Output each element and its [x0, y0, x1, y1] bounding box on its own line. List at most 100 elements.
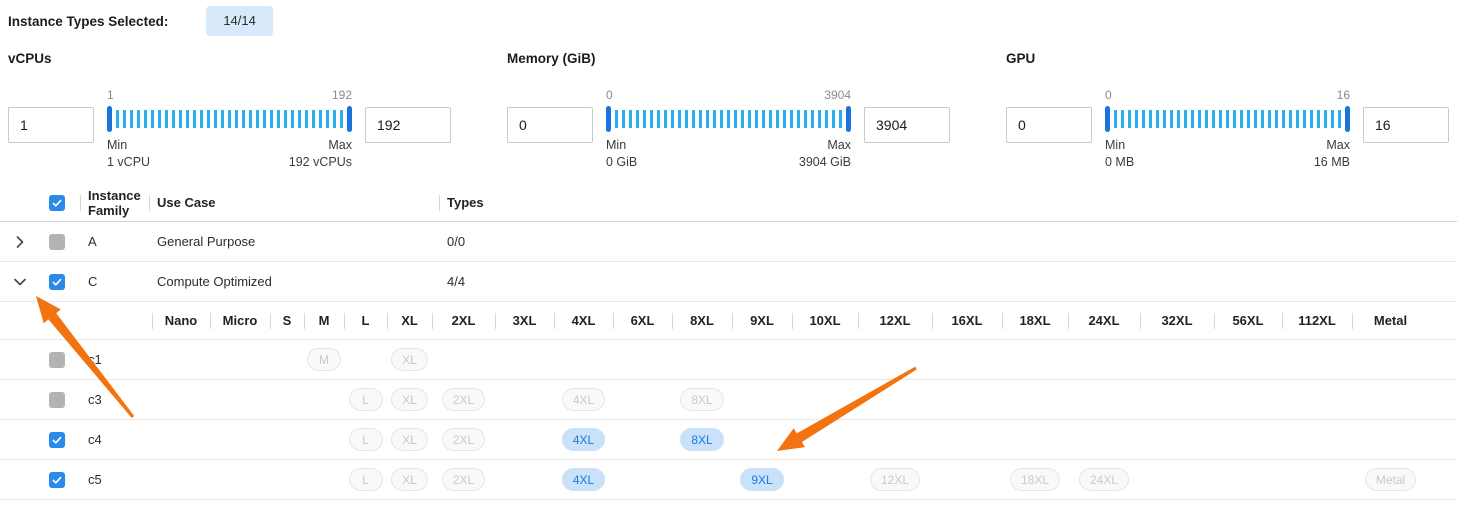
- size-column-header-18XL: 18XL: [1002, 302, 1068, 339]
- vcpus-max-input[interactable]: [365, 107, 451, 143]
- select-all-checkbox[interactable]: [49, 195, 65, 211]
- memory-slider-track[interactable]: [606, 107, 851, 131]
- size-badge-c3-8XL[interactable]: 8XL: [680, 388, 723, 411]
- instance-checkbox-c4[interactable]: [49, 432, 65, 448]
- size-cell-32XL: [1140, 420, 1214, 459]
- size-cell-16XL: [932, 340, 1002, 379]
- size-cell-3XL: [495, 460, 554, 499]
- size-badge-c3-2XL[interactable]: 2XL: [442, 388, 485, 411]
- size-cell-12XL: [858, 340, 932, 379]
- size-badge-c4-4XL[interactable]: 4XL: [562, 428, 605, 451]
- family-row-A[interactable]: AGeneral Purpose0/0: [0, 222, 1457, 262]
- instance-row-c5: c5LXL2XL4XL9XL12XL18XL24XLMetal: [0, 460, 1457, 500]
- size-badge-c5-L[interactable]: L: [349, 468, 383, 491]
- vcpus-slider-track[interactable]: [107, 107, 352, 131]
- spacer: [0, 380, 40, 419]
- gpu-slider-max-handle[interactable]: [1345, 106, 1350, 132]
- size-column-header-Metal: Metal: [1352, 302, 1429, 339]
- vcpus-slider-min-label: 1: [107, 88, 114, 101]
- memory-min-input[interactable]: [507, 107, 593, 143]
- size-badge-c4-8XL[interactable]: 8XL: [680, 428, 723, 451]
- gpu-title: GPU: [1006, 51, 1449, 67]
- size-cell-24XL: [1068, 420, 1140, 459]
- size-badge-c5-4XL[interactable]: 4XL: [562, 468, 605, 491]
- size-badge-c4-L[interactable]: L: [349, 428, 383, 451]
- size-cell-24XL: 24XL: [1068, 460, 1140, 499]
- family-checkbox-A[interactable]: [49, 234, 65, 250]
- size-column-header-9XL: 9XL: [732, 302, 792, 339]
- size-cell-S: [270, 380, 304, 419]
- size-badge-c5-2XL[interactable]: 2XL: [442, 468, 485, 491]
- size-cell-XL: XL: [387, 460, 432, 499]
- size-cell-32XL: [1140, 340, 1214, 379]
- vcpus-slider-max-handle[interactable]: [347, 106, 352, 132]
- gpu-slider-min-label: 0: [1105, 88, 1112, 101]
- gpu-max-input[interactable]: [1363, 107, 1449, 143]
- size-column-header-M: M: [304, 302, 344, 339]
- size-column-header-3XL: 3XL: [495, 302, 554, 339]
- size-cell-Nano: [152, 340, 210, 379]
- memory-min-caption: Min 0 GiB: [606, 137, 637, 171]
- size-cell-12XL: 12XL: [858, 460, 932, 499]
- size-cell-56XL: [1214, 380, 1282, 419]
- filter-section-gpu: GPU 0 16 Min 0 MB Max: [1006, 51, 1449, 171]
- size-badge-c4-2XL[interactable]: 2XL: [442, 428, 485, 451]
- gpu-slider-min-handle[interactable]: [1105, 106, 1110, 132]
- instance-name: c3: [80, 380, 152, 419]
- size-cell-M: [304, 420, 344, 459]
- family-row-C[interactable]: CCompute Optimized4/4: [0, 262, 1457, 302]
- vcpus-min-caption: Min 1 vCPU: [107, 137, 150, 171]
- size-cell-Metal: Metal: [1352, 460, 1429, 499]
- size-cell-3XL: [495, 420, 554, 459]
- size-badge-c5-24XL[interactable]: 24XL: [1079, 468, 1129, 491]
- vcpus-slider: 1 192 Min 1 vCPU Max 192 vCPUs: [107, 88, 352, 171]
- size-cell-56XL: [1214, 420, 1282, 459]
- size-badge-c5-9XL[interactable]: 9XL: [740, 468, 783, 491]
- size-column-header-12XL: 12XL: [858, 302, 932, 339]
- size-cell-56XL: [1214, 340, 1282, 379]
- size-cell-8XL: 8XL: [672, 420, 732, 459]
- family-checkbox-C[interactable]: [49, 274, 65, 290]
- instance-checkbox-c5[interactable]: [49, 472, 65, 488]
- memory-slider-max-label: 3904: [824, 88, 851, 101]
- memory-title: Memory (GiB): [507, 51, 950, 67]
- size-cell-3XL: [495, 340, 554, 379]
- spacer: [0, 460, 40, 499]
- vcpus-min-input[interactable]: [8, 107, 94, 143]
- size-badge-c3-XL[interactable]: XL: [391, 388, 428, 411]
- size-badge-c4-XL[interactable]: XL: [391, 428, 428, 451]
- memory-slider-min-handle[interactable]: [606, 106, 611, 132]
- instance-checkbox-cell: [40, 460, 80, 499]
- memory-slider-max-handle[interactable]: [846, 106, 851, 132]
- size-badge-c1-XL[interactable]: XL: [391, 348, 428, 371]
- size-cell-10XL: [792, 380, 858, 419]
- collapse-chevron-icon-C[interactable]: [12, 274, 28, 290]
- gpu-slider-track[interactable]: [1105, 107, 1350, 131]
- instance-checkbox-c1[interactable]: [49, 352, 65, 368]
- size-badge-c5-Metal[interactable]: Metal: [1365, 468, 1416, 491]
- vcpus-slider-min-handle[interactable]: [107, 106, 112, 132]
- size-badge-c5-12XL[interactable]: 12XL: [870, 468, 920, 491]
- size-cell-3XL: [495, 380, 554, 419]
- instance-checkbox-c3[interactable]: [49, 392, 65, 408]
- size-cell-Micro: [210, 380, 270, 419]
- size-badge-c3-4XL[interactable]: 4XL: [562, 388, 605, 411]
- gpu-slider: 0 16 Min 0 MB Max 16 MB: [1105, 88, 1350, 171]
- size-cell-M: [304, 460, 344, 499]
- size-badge-c3-L[interactable]: L: [349, 388, 383, 411]
- size-badge-c1-M[interactable]: M: [307, 348, 341, 371]
- size-column-header-L: L: [344, 302, 387, 339]
- size-badge-c5-18XL[interactable]: 18XL: [1010, 468, 1060, 491]
- size-cell-10XL: [792, 420, 858, 459]
- size-cell-9XL: 9XL: [732, 460, 792, 499]
- expand-chevron-icon-A[interactable]: [12, 234, 28, 250]
- family-types-count: 0/0: [439, 222, 1457, 261]
- memory-max-input[interactable]: [864, 107, 950, 143]
- size-cell-L: [344, 340, 387, 379]
- size-badge-c5-XL[interactable]: XL: [391, 468, 428, 491]
- gpu-min-input[interactable]: [1006, 107, 1092, 143]
- instance-row-c1: c1MXL: [0, 340, 1457, 380]
- filter-section-vcpus: vCPUs 1 192 Min 1 vCPU Ma: [8, 51, 451, 171]
- size-cell-18XL: 18XL: [1002, 460, 1068, 499]
- spacer: [80, 302, 152, 339]
